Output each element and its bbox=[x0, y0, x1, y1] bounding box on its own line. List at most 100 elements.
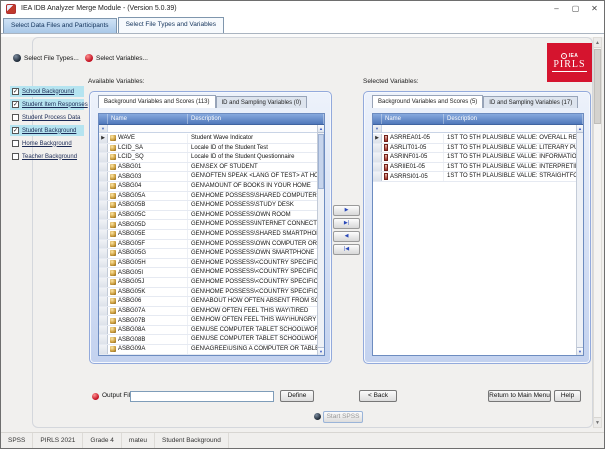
checkbox-icon[interactable] bbox=[12, 153, 19, 160]
filter-row[interactable]: ▼ bbox=[99, 125, 324, 133]
table-row[interactable]: LCID_SALocale ID of the Student Test bbox=[99, 144, 317, 154]
tab-background-variables-available[interactable]: Background Variables and Scores (113) bbox=[98, 95, 216, 108]
table-row[interactable]: ASBG04GEN\AMOUNT OF BOOKS IN YOUR HOME bbox=[99, 182, 317, 192]
variable-name-text: ASBG05B bbox=[118, 202, 145, 208]
tab-background-variables-selected[interactable]: Background Variables and Scores (5) bbox=[372, 95, 483, 108]
table-row[interactable]: ASBG05B GEN\HOME POSSESS\STUDY DESK bbox=[99, 201, 317, 211]
app-window: IEA IDB Analyzer Merge Module - (Version… bbox=[0, 0, 605, 449]
table-row[interactable]: ASRINF01-051ST TO 5TH PLAUSIBLE VALUE: I… bbox=[373, 153, 576, 163]
variable-name-text: ASBG09A bbox=[118, 346, 145, 352]
scroll-up-icon[interactable]: ▲ bbox=[318, 125, 324, 133]
sidebar-item-school-background[interactable]: ✓School Background bbox=[10, 86, 84, 97]
variable-name-text: ASBG05D bbox=[118, 222, 146, 228]
checkbox-icon[interactable]: ✓ bbox=[12, 88, 19, 95]
table-row[interactable]: ▶ASRREA01-051ST TO 5TH PLAUSIBLE VALUE: … bbox=[373, 134, 576, 144]
variable-name-text: ASBG01 bbox=[118, 164, 141, 170]
define-button[interactable]: Define bbox=[280, 390, 314, 402]
categorical-variable-icon bbox=[110, 279, 116, 285]
table-row[interactable]: ASBG07AGEN\HOW OFTEN FEEL THIS WAY\TIRED bbox=[99, 307, 317, 317]
sidebar-item-student-item-responses[interactable]: ✓Student Item Responses bbox=[10, 99, 84, 110]
categorical-variable-icon bbox=[110, 289, 116, 295]
table-row[interactable]: ASBG05JGEN\HOME POSSESS\<COUNTRY SPECIFI… bbox=[99, 278, 317, 288]
variable-description-cell: GEN\HOME POSSESS\STUDY DESK bbox=[188, 201, 317, 210]
column-header-description[interactable]: Description bbox=[444, 114, 583, 124]
table-row[interactable]: ASBG05KGEN\HOME POSSESS\<COUNTRY SPECIFI… bbox=[99, 288, 317, 298]
column-header-description[interactable]: Description bbox=[188, 114, 324, 124]
table-row[interactable]: ASBG03GEN\OFTEN SPEAK <LANG OF TEST> AT … bbox=[99, 172, 317, 182]
sidebar-item-label: Home Background bbox=[22, 141, 72, 147]
table-row[interactable]: ASBG05FGEN\HOME POSSESS\OWN COMPUTER OR … bbox=[99, 240, 317, 250]
back-button[interactable]: < Back bbox=[359, 390, 397, 402]
move-all-left-button[interactable]: |◀ bbox=[333, 244, 360, 255]
row-indicator bbox=[99, 259, 108, 268]
sidebar-item-home-background[interactable]: Home Background bbox=[10, 138, 84, 149]
move-all-right-button[interactable]: ▶| bbox=[333, 218, 360, 229]
categorical-variable-icon bbox=[110, 193, 116, 199]
tab-select-file-types[interactable]: Select File Types and Variables bbox=[118, 17, 224, 33]
scroll-down-icon[interactable]: ▼ bbox=[318, 347, 324, 355]
table-row[interactable]: ASRIIE01-051ST TO 5TH PLAUSIBLE VALUE: I… bbox=[373, 163, 576, 173]
maximize-button[interactable]: ▢ bbox=[566, 1, 585, 17]
table-row[interactable]: ASRLIT01-051ST TO 5TH PLAUSIBLE VALUE: L… bbox=[373, 144, 576, 154]
table-row[interactable]: ASBG05GGEN\HOME POSSESS\OWN SMARTPHONE bbox=[99, 249, 317, 259]
sidebar-item-student-background[interactable]: ✓Student Background bbox=[10, 125, 84, 136]
column-header-name[interactable]: Name bbox=[382, 114, 444, 124]
table-row[interactable]: ▶WAVEStudent Wave Indicator bbox=[99, 134, 317, 144]
column-header-name[interactable]: Name bbox=[108, 114, 188, 124]
select-variables-step[interactable]: Select Variables... bbox=[85, 54, 148, 62]
table-row[interactable]: LCID_SQLocale ID of the Student Question… bbox=[99, 153, 317, 163]
output-files-input[interactable] bbox=[130, 391, 274, 402]
table-row[interactable]: ASBG05EGEN\HOME POSSESS\SHARED SMARTPHON… bbox=[99, 230, 317, 240]
variable-description-cell: Student Wave Indicator bbox=[188, 134, 317, 143]
scroll-up-icon[interactable]: ▲ bbox=[594, 38, 601, 48]
tab-id-sampling-selected[interactable]: ID and Sampling Variables (17) bbox=[483, 96, 578, 108]
minimize-button[interactable]: – bbox=[547, 1, 566, 17]
variable-name-cell: LCID_SQ bbox=[108, 153, 188, 162]
table-row[interactable]: ASBG08AGEN\USE COMPUTER TABLET SCHOOLWOR… bbox=[99, 326, 317, 336]
table-row[interactable]: ASBG01GEN\SEX OF STUDENT bbox=[99, 163, 317, 173]
scrollbar-thumb[interactable] bbox=[318, 134, 324, 189]
checkbox-icon[interactable] bbox=[12, 140, 19, 147]
checkbox-icon[interactable]: ✓ bbox=[12, 127, 19, 134]
close-button[interactable]: ✕ bbox=[585, 1, 604, 17]
tab-id-sampling-available[interactable]: ID and Sampling Variables (0) bbox=[216, 96, 308, 108]
sidebar-item-student-process-data[interactable]: Student Process Data bbox=[10, 112, 84, 123]
table-row[interactable]: ASRRSI01-051ST TO 5TH PLAUSIBLE VALUE: S… bbox=[373, 172, 576, 182]
categorical-variable-icon bbox=[110, 222, 116, 228]
variable-name-text: ASRIIE01-05 bbox=[390, 164, 425, 170]
table-row[interactable]: ASBG05AGEN\HOME POSSESS\SHARED COMPUTER … bbox=[99, 192, 317, 202]
table-row[interactable]: ASBG09AGEN\AGREE\USING A COMPUTER OR TAB… bbox=[99, 345, 317, 355]
filter-row[interactable]: ▼ bbox=[373, 125, 583, 133]
select-file-types-step[interactable]: Select File Types... bbox=[13, 54, 79, 62]
scrollbar-thumb[interactable] bbox=[594, 49, 601, 124]
move-left-button[interactable]: ◀ bbox=[333, 231, 360, 242]
scroll-down-icon[interactable]: ▼ bbox=[594, 417, 601, 427]
variable-description-cell: GEN\HOME POSSESS\<COUNTRY SPECIFIC> bbox=[188, 288, 317, 297]
help-button[interactable]: Help bbox=[554, 390, 581, 402]
row-indicator: ▶ bbox=[99, 134, 108, 143]
table-row[interactable]: ASBG07BGEN\HOW OFTEN FEEL THIS WAY\HUNGR… bbox=[99, 316, 317, 326]
row-indicator bbox=[373, 172, 382, 181]
grid-scrollbar[interactable]: ▲ ▼ bbox=[576, 125, 583, 355]
sidebar-item-teacher-background[interactable]: Teacher Background bbox=[10, 151, 84, 162]
scroll-up-icon[interactable]: ▲ bbox=[577, 125, 583, 133]
table-row[interactable]: ASBG05CGEN\HOME POSSESS\OWN ROOM bbox=[99, 211, 317, 221]
checkbox-icon[interactable] bbox=[12, 114, 19, 121]
row-indicator bbox=[373, 153, 382, 162]
scroll-down-icon[interactable]: ▼ bbox=[577, 347, 583, 355]
table-row[interactable]: ASBG05IGEN\HOME POSSESS\<COUNTRY SPECIFI… bbox=[99, 268, 317, 278]
table-row[interactable]: ASBG05DGEN\HOME POSSESS\INTERNET CONNECT… bbox=[99, 220, 317, 230]
tab-select-data-files[interactable]: Select Data Files and Participants bbox=[3, 18, 117, 33]
checkbox-icon[interactable]: ✓ bbox=[12, 101, 19, 108]
grid-scrollbar[interactable]: ▲ ▼ bbox=[317, 125, 324, 355]
row-indicator bbox=[99, 192, 108, 201]
move-right-button[interactable]: ▶ bbox=[333, 205, 360, 216]
table-row[interactable]: ASBG08BGEN\USE COMPUTER TABLET SCHOOLWOR… bbox=[99, 335, 317, 345]
table-row[interactable]: ASBG05HGEN\HOME POSSESS\<COUNTRY SPECIFI… bbox=[99, 259, 317, 269]
table-row[interactable]: ASBG06GEN\ABOUT HOW OFTEN ABSENT FROM SC… bbox=[99, 297, 317, 307]
form-scrollbar[interactable]: ▲ ▼ bbox=[593, 37, 602, 428]
start-spss-button[interactable]: Start SPSS bbox=[323, 411, 363, 423]
variable-name-text: ASBG07A bbox=[118, 308, 145, 314]
return-to-main-menu-button[interactable]: Return to Main Menu bbox=[488, 390, 551, 402]
row-indicator bbox=[99, 201, 108, 210]
